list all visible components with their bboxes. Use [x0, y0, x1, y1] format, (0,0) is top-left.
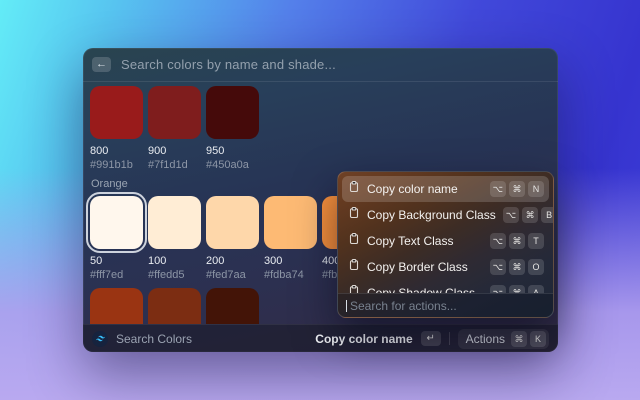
key-badge: ⌥ [490, 181, 506, 197]
color-swatch[interactable] [264, 196, 317, 249]
status-bar: Search Colors Copy color name ↵ Actions … [83, 324, 558, 352]
key-badge: A [528, 285, 544, 293]
color-swatch[interactable] [90, 196, 143, 249]
menu-item-keys: ⌥⌘T [490, 233, 544, 249]
key-badge: ⌘ [509, 233, 525, 249]
hex-label: #fed7aa [206, 269, 259, 281]
menu-item-label: Copy color name [367, 182, 483, 196]
palette-section: 800 #991b1b 900 #7f1d1d 950 #450a0a [90, 86, 558, 171]
menu-item-label: Copy Background Class [367, 208, 496, 222]
key-badge: ⌥ [490, 259, 506, 275]
menu-item-keys: ⌥⌘O [490, 259, 544, 275]
clipboard-icon [348, 232, 360, 250]
swatch-cell: 950 #450a0a [206, 86, 259, 171]
swatch-cell: 800#9a3412 [90, 288, 143, 324]
menu-item-label: Copy Border Class [367, 260, 483, 274]
actions-key-badges: ⌘K [511, 331, 546, 347]
actions-label: Actions [466, 332, 505, 346]
key-badge: K [530, 331, 546, 347]
tailwind-logo-icon [92, 331, 108, 347]
key-badge: ⌘ [509, 259, 525, 275]
clipboard-icon [348, 206, 360, 224]
shade-label: 900 [148, 145, 201, 157]
actions-button[interactable]: Actions ⌘K [458, 329, 549, 349]
key-badge: B [541, 207, 553, 223]
swatch-cell: 800 #991b1b [90, 86, 143, 171]
menu-item[interactable]: Copy Text Class ⌥⌘T [342, 228, 549, 254]
key-badge: ⌘ [509, 181, 525, 197]
footer-divider [449, 332, 450, 345]
clipboard-icon [348, 258, 360, 276]
key-badge: ⌘ [522, 207, 538, 223]
key-badge: T [528, 233, 544, 249]
actions-search-placeholder: Search for actions... [350, 299, 457, 313]
color-swatch[interactable] [206, 196, 259, 249]
shade-label: 50 [90, 255, 143, 267]
shade-label: 300 [264, 255, 317, 267]
menu-item[interactable]: Copy Shadow Class ⌥⌘A [342, 280, 549, 293]
swatch-cell: 300 #fdba74 [264, 196, 317, 281]
menu-item[interactable]: Copy color name ⌥⌘N [342, 176, 549, 202]
back-arrow-icon: ← [96, 58, 107, 70]
color-swatch[interactable] [90, 288, 143, 324]
text-caret [346, 300, 347, 312]
clipboard-icon [348, 180, 360, 198]
shade-label: 200 [206, 255, 259, 267]
hex-label: #991b1b [90, 159, 143, 171]
swatch-cell: 50 #fff7ed [90, 196, 143, 281]
clipboard-icon [348, 284, 360, 293]
shade-label: 100 [148, 255, 201, 267]
menu-item-label: Copy Text Class [367, 234, 483, 248]
color-swatch[interactable] [206, 288, 259, 324]
key-badge: ⌥ [490, 233, 506, 249]
enter-key-badge: ↵ [421, 331, 441, 346]
shade-label: 800 [90, 145, 143, 157]
swatch-grid: 800 #991b1b 900 #7f1d1d 950 #450a0a [90, 86, 558, 171]
menu-item-label: Copy Shadow Class [367, 286, 483, 293]
swatch-cell: 950#431407 [206, 288, 259, 324]
key-badge: O [528, 259, 544, 275]
menu-item-keys: ⌥⌘B [503, 207, 553, 223]
back-button[interactable]: ← [92, 57, 111, 72]
actions-menu-list: Copy color name⌥⌘NCopy Background Class⌥… [338, 172, 553, 293]
hex-label: #450a0a [206, 159, 259, 171]
color-swatch[interactable] [90, 86, 143, 139]
color-swatch[interactable] [148, 196, 201, 249]
swatch-cell: 900#7c2d12 [148, 288, 201, 324]
hex-label: #ffedd5 [148, 269, 201, 281]
key-badge: ⌥ [503, 207, 519, 223]
menu-item[interactable]: Copy Background Class⌥⌘B [342, 202, 549, 228]
color-swatch[interactable] [206, 86, 259, 139]
key-badge: ⌘ [509, 285, 525, 293]
menu-item-keys: ⌥⌘N [490, 181, 544, 197]
hex-label: #fff7ed [90, 269, 143, 281]
menu-item-keys: ⌥⌘A [490, 285, 544, 293]
swatch-cell: 100 #ffedd5 [148, 196, 201, 281]
actions-search-field[interactable]: Search for actions... [338, 293, 553, 317]
hex-label: #7f1d1d [148, 159, 201, 171]
color-swatch[interactable] [148, 288, 201, 324]
color-swatch[interactable] [148, 86, 201, 139]
key-badge: N [528, 181, 544, 197]
shade-label: 950 [206, 145, 259, 157]
key-badge: ⌥ [490, 285, 506, 293]
search-bar: ← Search colors by name and shade... [83, 48, 558, 82]
app-name: Search Colors [116, 332, 192, 346]
key-badge: ⌘ [511, 331, 527, 347]
search-input[interactable]: Search colors by name and shade... [121, 57, 336, 72]
swatch-cell: 200 #fed7aa [206, 196, 259, 281]
swatch-cell: 900 #7f1d1d [148, 86, 201, 171]
hex-label: #fdba74 [264, 269, 317, 281]
menu-item[interactable]: Copy Border Class ⌥⌘O [342, 254, 549, 280]
actions-menu: Copy color name⌥⌘NCopy Background Class⌥… [337, 171, 554, 318]
primary-action-label[interactable]: Copy color name [315, 332, 412, 346]
